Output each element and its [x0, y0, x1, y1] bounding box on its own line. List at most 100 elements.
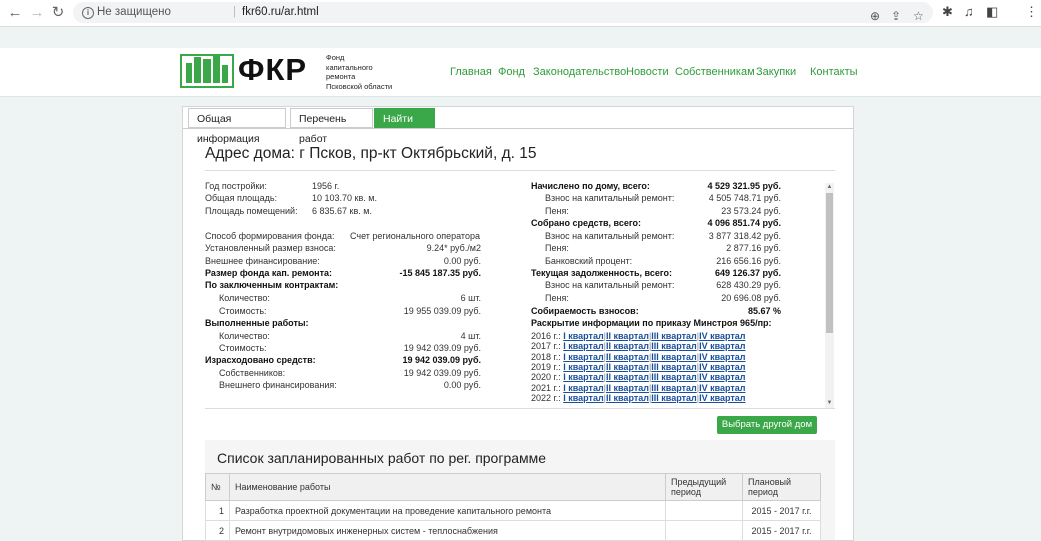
collected-penalty-label: Пеня:	[545, 243, 569, 253]
quarter-link[interactable]: IV квартал	[699, 331, 745, 341]
quarter-link[interactable]: III квартал	[651, 362, 696, 372]
planned-works-table: № Наименование работы Предыдущий период …	[205, 473, 821, 541]
quarter-link[interactable]: I квартал	[563, 352, 603, 362]
quarter-link[interactable]: I квартал	[563, 341, 603, 351]
fee-value: 9.24* руб./м2	[426, 243, 481, 253]
quarter-link[interactable]: I квартал	[563, 372, 603, 382]
rooms-area-label: Площадь помещений:	[205, 206, 298, 216]
house-panel: Общая информация Перечень работ Найти до…	[182, 106, 854, 541]
info-scrollbar[interactable]: ▲ ▼	[825, 183, 834, 408]
ext-fin-value: 0.00 руб.	[443, 256, 481, 266]
quarter-link[interactable]: IV квартал	[699, 393, 745, 403]
fund-size-value: -15 845 187.35 руб.	[399, 268, 482, 278]
side-panel-icon[interactable]: ◧	[986, 4, 998, 20]
share-icon[interactable]: ⇪	[891, 6, 901, 27]
quarter-link[interactable]: II квартал	[606, 352, 649, 362]
quarter-link[interactable]: II квартал	[606, 362, 649, 372]
info-icon[interactable]: i	[82, 7, 94, 19]
collect-rate-label: Собираемость взносов:	[531, 306, 639, 316]
nav-fund[interactable]: Фонд	[498, 66, 525, 78]
quarter-link[interactable]: IV квартал	[699, 341, 745, 351]
bookmark-star-icon[interactable]: ☆	[913, 6, 924, 27]
quarter-link[interactable]: IV квартал	[699, 372, 745, 382]
nav-legislation[interactable]: Законодательство	[533, 66, 626, 78]
build-year-value: 1956 г.	[312, 181, 340, 191]
quarter-link[interactable]: III квартал	[651, 383, 696, 393]
security-label: Не защищено	[97, 6, 171, 18]
debt-penalty-value: 20 696.08 руб.	[721, 293, 781, 303]
scroll-down-icon[interactable]: ▼	[825, 399, 834, 408]
build-year-label: Год постройки:	[205, 181, 267, 191]
debt-value: 649 126.37 руб.	[715, 268, 781, 278]
collect-rate-value: 85.67 %	[747, 306, 781, 316]
quarter-link[interactable]: I квартал	[563, 383, 603, 393]
quarter-link[interactable]: II квартал	[606, 383, 649, 393]
disclosure-year-row: 2016 г.: I квартал|II квартал|III кварта…	[531, 331, 746, 341]
menu-icon[interactable]: ⋮	[1025, 4, 1038, 20]
debt-label: Текущая задолженность, всего:	[531, 268, 672, 278]
debt-fee-label: Взнос на капитальный ремонт:	[545, 280, 675, 290]
disclosure-year-row: 2021 г.: I квартал|II квартал|III кварта…	[531, 383, 746, 393]
address-bar[interactable]: i Не защищено | fkr60.ru/ar.html ⊕ ⇪ ☆	[73, 2, 933, 23]
title-divider	[205, 170, 835, 171]
quarter-link[interactable]: III квартал	[651, 393, 696, 403]
quarter-link[interactable]: III квартал	[651, 331, 696, 341]
tab-general-info[interactable]: Общая информация	[188, 108, 286, 145]
quarter-link[interactable]: III квартал	[651, 372, 696, 382]
tab-find-house[interactable]: Найти дом	[374, 108, 435, 145]
quarter-link[interactable]: IV квартал	[699, 383, 745, 393]
collected-penalty-value: 2 877.16 руб.	[726, 243, 781, 253]
logo-icon[interactable]	[180, 54, 234, 88]
reload-icon[interactable]: ↻	[49, 4, 67, 22]
extensions-icon[interactable]: ✱	[942, 4, 953, 20]
col-num: №	[205, 473, 230, 501]
nav-news[interactable]: Новости	[626, 66, 669, 78]
quarter-link[interactable]: IV квартал	[699, 352, 745, 362]
planned-works-title: Список запланированных работ по рег. про…	[217, 450, 547, 466]
quarter-link[interactable]: III квартал	[651, 341, 696, 351]
table-row: 2 Ремонт внутридомовых инженерных систем…	[205, 520, 821, 541]
site-header: ФКР Фонд капитального ремонта Псковской …	[0, 48, 1041, 97]
nav-contacts[interactable]: Контакты	[810, 66, 858, 78]
quarter-link[interactable]: II квартал	[606, 372, 649, 382]
quarter-link[interactable]: I квартал	[563, 362, 603, 372]
owners-value: 19 942 039.09 руб.	[403, 368, 481, 378]
media-icon[interactable]: ♫	[964, 4, 974, 19]
method-label: Способ формирования фонда:	[205, 231, 335, 241]
quarter-link[interactable]: I квартал	[563, 331, 603, 341]
scroll-up-icon[interactable]: ▲	[825, 183, 834, 192]
nav-owners[interactable]: Собственникам	[675, 66, 755, 78]
nav-home[interactable]: Главная	[450, 66, 492, 78]
owners-label: Собственников:	[219, 368, 286, 378]
quarter-link[interactable]: II квартал	[606, 341, 649, 351]
external-value: 0.00 руб.	[443, 380, 481, 390]
install-icon[interactable]: ⊕	[870, 6, 880, 27]
quarter-link[interactable]: III квартал	[651, 352, 696, 362]
choose-other-house-button[interactable]: Выбрать другой дом	[717, 416, 817, 434]
scroll-thumb[interactable]	[826, 193, 833, 333]
quarter-link[interactable]: II квартал	[606, 331, 649, 341]
done-works-label: Выполненные работы:	[205, 318, 309, 328]
forward-icon[interactable]: →	[28, 4, 46, 22]
table-row: 1 Разработка проектной документации на п…	[205, 500, 821, 521]
col-prev-period: Предыдущий период	[665, 473, 743, 501]
tab-divider	[183, 128, 853, 129]
info-divider	[205, 408, 835, 409]
browser-toolbar: ← → ↻ i Не защищено | fkr60.ru/ar.html ⊕…	[0, 0, 1041, 27]
url-text[interactable]: fkr60.ru/ar.html	[242, 2, 319, 23]
year-label: 2017 г.:	[531, 341, 561, 352]
disclosure-year-row: 2018 г.: I квартал|II квартал|III кварта…	[531, 352, 746, 362]
collected-fee-value: 3 877 318.42 руб.	[708, 231, 781, 241]
done-cost-value: 19 942 039.09 руб.	[403, 343, 481, 353]
done-count-label: Количество:	[219, 331, 270, 341]
done-count-value: 4 шт.	[460, 331, 481, 341]
omnibox-separator: |	[233, 6, 236, 18]
nav-purchases[interactable]: Закупки	[756, 66, 796, 78]
quarter-link[interactable]: IV квартал	[699, 362, 745, 372]
logo-text[interactable]: ФКР	[238, 52, 307, 88]
total-area-label: Общая площадь:	[205, 193, 278, 203]
tab-works-list[interactable]: Перечень работ	[290, 108, 373, 145]
quarter-link[interactable]: II квартал	[606, 393, 649, 403]
back-icon[interactable]: ←	[6, 4, 24, 22]
quarter-link[interactable]: I квартал	[563, 393, 603, 403]
